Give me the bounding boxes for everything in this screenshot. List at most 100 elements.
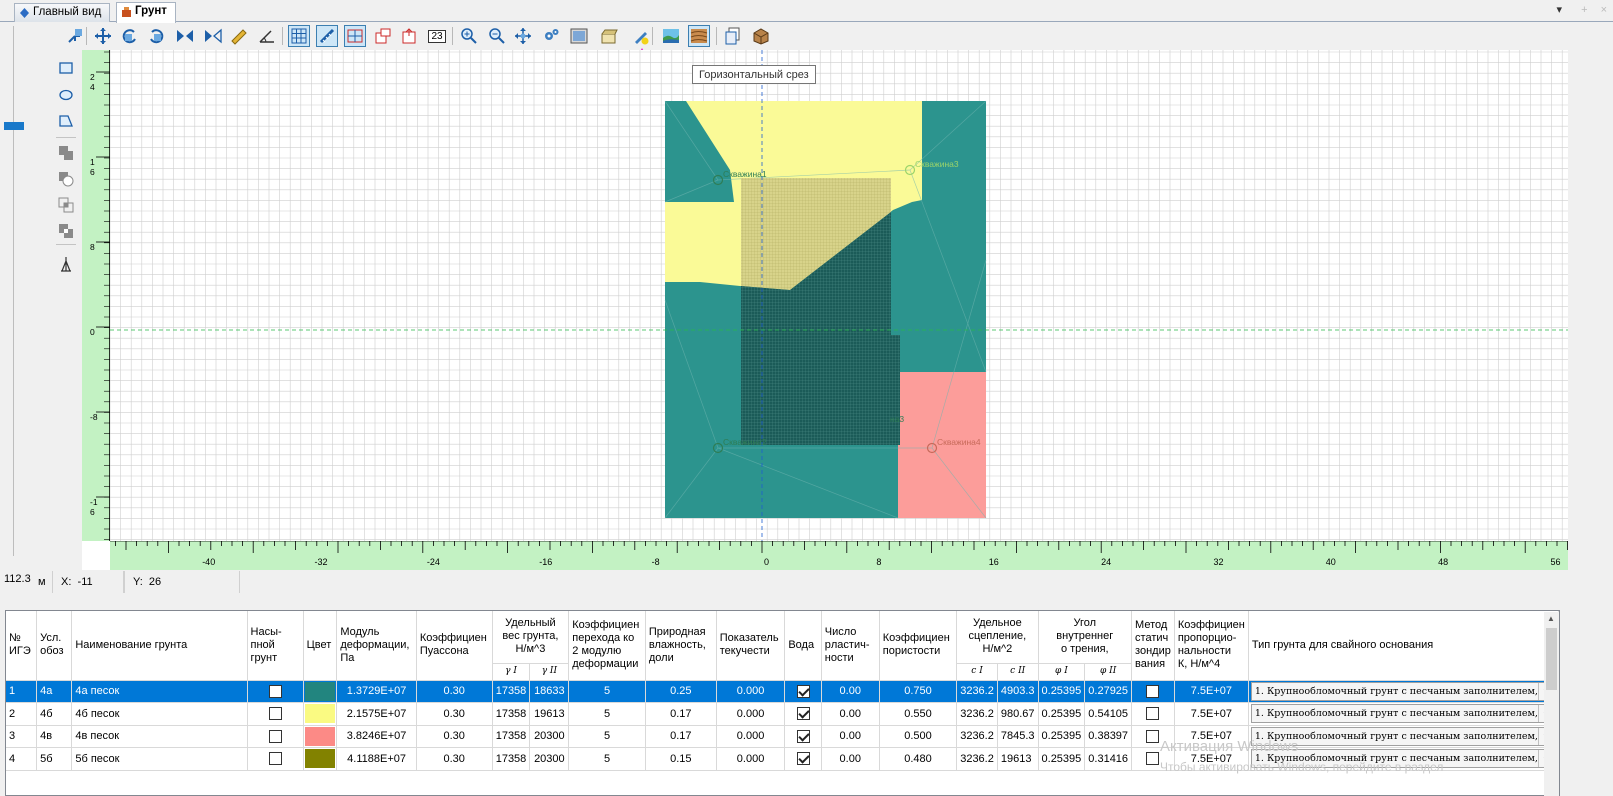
color-swatch[interactable] [304,704,336,724]
col-fluidity[interactable]: Показатель текучести [716,611,786,681]
cell-weight-1[interactable]: 17358 [492,725,531,748]
cell-cohesion-2[interactable]: 4903.3 [997,680,1039,703]
col-water[interactable]: Вода [784,611,822,681]
export-button[interactable] [398,25,420,47]
col-code[interactable]: Усл. обоз [36,611,73,681]
cell-code[interactable]: 4а [36,680,73,703]
cell-poisson[interactable]: 0.30 [416,747,493,771]
color-swatch[interactable] [304,749,336,769]
cell-fluidity[interactable]: 0.000 [716,725,786,748]
zoom-slider[interactable] [0,26,26,566]
cell-porosity[interactable]: 0.550 [879,702,958,726]
col-num[interactable]: № ИГЭ [6,611,38,681]
cell-poisson[interactable]: 0.30 [416,702,493,726]
saturated-checkbox[interactable] [268,707,282,721]
cell-poisson[interactable]: 0.30 [416,680,493,703]
cell-weight-1[interactable]: 17358 [492,747,531,771]
col-friction[interactable]: Угол внутреннег о трения, [1038,611,1133,664]
cell-weight-1[interactable]: 17358 [492,702,531,726]
cell-porosity[interactable]: 0.500 [879,725,958,748]
horizontal-slice-button[interactable] [688,25,710,47]
union-tool[interactable] [56,143,76,163]
cell-color[interactable] [303,747,338,771]
saturated-checkbox[interactable] [268,729,282,743]
cell-friction-2[interactable]: 0.27925 [1084,680,1133,703]
cell-cohesion-2[interactable]: 980.67 [997,702,1039,726]
cell-num[interactable]: 1 [6,680,38,703]
col-proportional[interactable]: Коэффициен пропорцио- нальности К, Н/м^4 [1174,611,1249,681]
move-button[interactable] [92,25,114,47]
table-row[interactable]: 3 4в 4в песок 3.8246E+07 0.30 17358 20300 5 0.17… [6,725,1559,748]
cell-cohesion-1[interactable]: 3236.2 [956,680,998,703]
rotate-right-button[interactable] [146,25,168,47]
col-method[interactable]: Метод статич зондир вания [1131,611,1175,681]
pointer-button[interactable] [64,25,86,47]
method-checkbox[interactable] [1146,729,1160,743]
cell-moisture[interactable]: 0.17 [645,702,717,726]
measure-button[interactable] [316,25,338,47]
cell-moisture[interactable]: 0.25 [645,680,717,703]
cell-transfer[interactable]: 5 [568,702,646,726]
table-row[interactable]: 2 4б 4б песок 2.1575E+07 0.30 17358 19613 5 0.17… [6,702,1559,726]
point-edit-button[interactable] [630,25,652,47]
copy-button[interactable] [722,25,744,47]
pile-type-select[interactable]: 1. Крупнообломочный грунт с песчаным зап… [1250,681,1556,701]
cell-moisture[interactable]: 0.15 [645,747,717,771]
flip-horizontal-button[interactable] [174,25,196,47]
canvas-svg[interactable]: Скважина1 Скважина3 Скважина2 Скважина4 на3 [82,50,1568,570]
rotate-left-button[interactable] [118,25,140,47]
cell-fluidity[interactable]: 0.000 [716,702,786,726]
cell-porosity[interactable]: 0.480 [879,747,958,771]
cell-code[interactable]: 4в [36,725,73,748]
cell-plasticity[interactable]: 0.00 [821,725,880,748]
tab-soil[interactable]: Грунт [116,2,176,23]
box-3d-button[interactable] [750,25,772,47]
cell-moisture[interactable]: 0.17 [645,725,717,748]
cell-weight-1[interactable]: 17358 [492,680,531,703]
screenshot-button[interactable] [568,25,590,47]
cell-transfer[interactable]: 5 [568,680,646,703]
cell-num[interactable]: 2 [6,702,38,726]
cell-friction-2[interactable]: 0.54105 [1084,702,1133,726]
cell-weight-2[interactable]: 20300 [529,747,570,771]
cell-weight-2[interactable]: 18633 [529,680,570,703]
col-pile-type[interactable]: Тип грунта для свайного основания [1248,611,1559,681]
col-porosity[interactable]: Коэффициен пористости [879,611,958,681]
drill-tool[interactable] [56,254,76,274]
col-weight[interactable]: Удельный вес грунта, Н/м^3 [492,611,570,664]
cell-proportional[interactable]: 7.5E+07 [1174,680,1249,703]
water-checkbox[interactable] [796,707,810,721]
cell-modulus[interactable]: 1.3729E+07 [336,680,417,703]
water-checkbox[interactable] [796,684,810,698]
cell-friction-1[interactable]: 0.25395 [1038,702,1086,726]
cell-modulus[interactable]: 2.1575E+07 [336,702,417,726]
cell-fluidity[interactable]: 0.000 [716,747,786,771]
polygon-tool[interactable] [56,111,76,131]
saturated-checkbox[interactable] [268,684,282,698]
method-checkbox[interactable] [1146,684,1160,698]
tab-main-view[interactable]: Главный вид [14,3,111,22]
cell-num[interactable]: 4 [6,747,38,771]
angle-button[interactable] [256,25,278,47]
cell-weight-2[interactable]: 20300 [529,725,570,748]
dropdown-arrow-icon[interactable]: ▾ [1556,4,1562,16]
method-checkbox[interactable] [1146,707,1160,721]
cell-num[interactable]: 3 [6,725,38,748]
color-swatch[interactable] [304,681,336,701]
layers-button[interactable] [598,25,620,47]
cell-porosity[interactable]: 0.750 [879,680,958,703]
color-swatch[interactable] [304,726,336,746]
close-icon[interactable]: × [1601,4,1607,16]
cell-name[interactable]: 4в песок [71,725,248,748]
water-checkbox[interactable] [796,729,810,743]
col-name[interactable]: Наименование грунта [71,611,248,681]
slider-thumb[interactable] [4,122,24,130]
cell-plasticity[interactable]: 0.00 [821,702,880,726]
cell-cohesion-1[interactable]: 3236.2 [956,747,998,771]
rectangle-tool[interactable] [56,58,76,78]
cell-modulus[interactable]: 4.1188E+07 [336,747,417,771]
text-23-button[interactable]: 23 [426,25,448,47]
scrollbar-thumb[interactable] [1546,628,1557,690]
snap-button[interactable] [344,25,366,47]
window-button[interactable] [372,25,394,47]
